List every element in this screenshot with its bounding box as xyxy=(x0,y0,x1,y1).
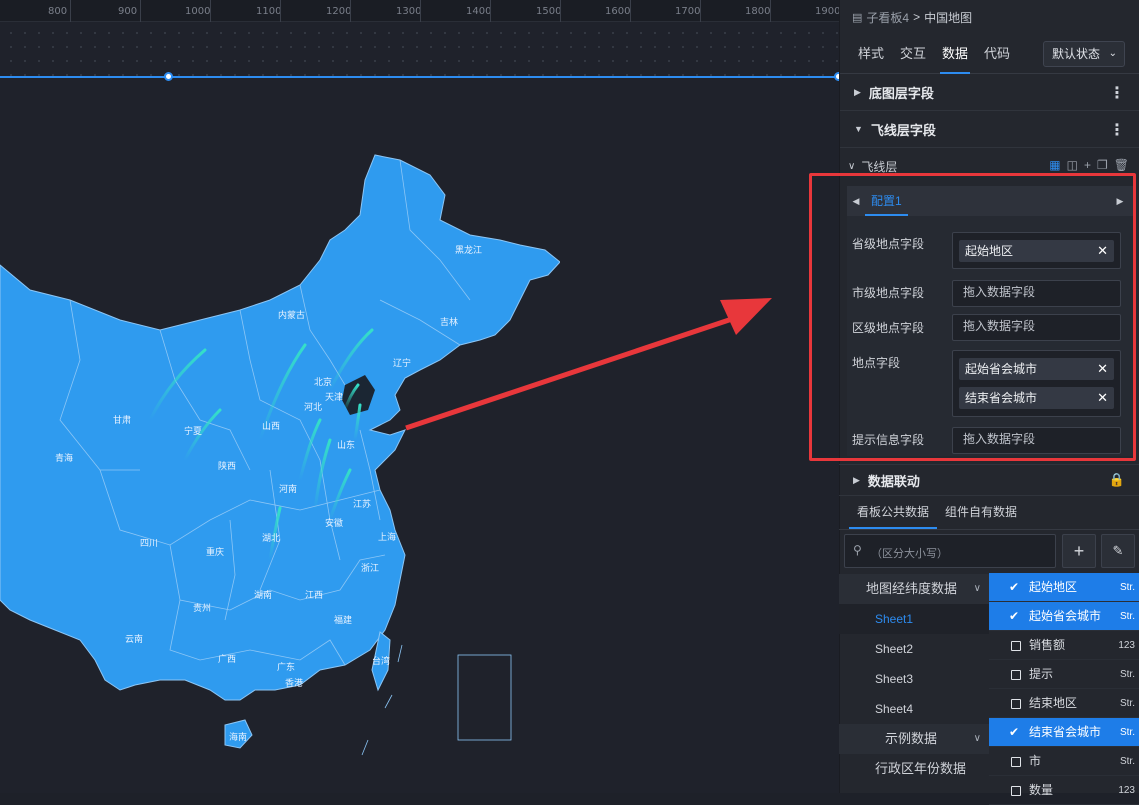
breadcrumb: ▤ 子看板4 > 中国地图 xyxy=(840,0,1139,34)
linkage-section-wrap: ▶ 数据联动 🔒 看板公共数据 组件自有数据 xyxy=(839,464,1139,530)
breadcrumb-parent[interactable]: 子看板4 xyxy=(866,9,909,26)
copy-icon[interactable]: ❐ xyxy=(1097,158,1108,172)
tab-interaction[interactable]: 交互 xyxy=(892,34,934,74)
tab-board-public-data[interactable]: 看板公共数据 xyxy=(849,495,938,529)
ruler-tick: 1300 xyxy=(396,6,422,17)
more-icon[interactable]: ⋮ xyxy=(1109,120,1125,140)
province-label: 北京 xyxy=(314,377,333,387)
section-base-fields[interactable]: ▶ 底图层字段 ⋮ xyxy=(840,74,1139,111)
province-label: 重庆 xyxy=(206,547,225,557)
caret-right-icon: ▶ xyxy=(854,86,861,97)
section-title: 底图层字段 xyxy=(868,85,934,101)
horizontal-ruler: 800 900 1000 1100 1200 1300 1400 1500 16… xyxy=(0,0,839,22)
board-icon: ▤ xyxy=(852,11,863,24)
province-label: 福建 xyxy=(334,615,353,625)
layer-actions: ▦ ◫ + ❐ 🗑 xyxy=(1049,158,1129,172)
selection-border xyxy=(0,76,839,78)
add-icon[interactable]: + xyxy=(1084,158,1091,172)
ruler-tick: 1400 xyxy=(466,6,492,17)
province-label: 安徽 xyxy=(325,518,344,528)
province-label: 河北 xyxy=(304,402,323,412)
highlight-box xyxy=(809,173,1136,461)
south-sea-inset xyxy=(457,654,512,741)
section-flyline-fields[interactable]: ▼ 飞线层字段 ⋮ xyxy=(840,111,1139,148)
province-label: 山西 xyxy=(262,421,281,431)
province-label: 宁夏 xyxy=(184,426,203,436)
map-canvas[interactable]: 800 900 1000 1100 1200 1300 1400 1500 16… xyxy=(0,0,839,793)
layout-icon[interactable]: ◫ xyxy=(1067,158,1078,172)
more-icon[interactable]: ⋮ xyxy=(1109,83,1125,103)
ruler-tick: 1800 xyxy=(745,6,771,17)
province-label: 浙江 xyxy=(361,563,380,573)
state-select-value: 默认状态 xyxy=(1052,47,1101,61)
panel-tabs: 样式 交互 数据 代码 默认状态 ⌄ xyxy=(840,34,1139,74)
province-label: 贵州 xyxy=(193,603,212,613)
section-title: 数据联动 xyxy=(867,473,920,489)
grid-background xyxy=(0,22,839,76)
delete-icon[interactable]: 🗑 xyxy=(1114,158,1129,172)
province-label: 青海 xyxy=(55,453,74,463)
section-title: 飞线层字段 xyxy=(870,122,936,138)
breadcrumb-current: 中国地图 xyxy=(924,10,973,25)
layer-name: 飞线层 xyxy=(861,159,898,174)
resize-handle-top[interactable] xyxy=(164,72,173,81)
province-label: 广东 xyxy=(277,662,296,672)
province-label: 陕西 xyxy=(218,461,237,471)
province-label: 上海 xyxy=(378,532,397,542)
search-input[interactable]: ⚲ （区分大小写） xyxy=(844,534,1056,568)
province-label: 香港 xyxy=(285,678,304,688)
ruler-tick: 1700 xyxy=(675,6,701,17)
ruler-tick: 1000 xyxy=(185,6,211,17)
red-arrow xyxy=(405,298,772,431)
province-label: 黑龙江 xyxy=(455,245,483,255)
grid-icon[interactable]: ▦ xyxy=(1049,158,1060,172)
ruler-tick: 900 xyxy=(118,6,138,17)
chevron-down-icon: ∨ xyxy=(848,160,856,172)
province-label: 湖北 xyxy=(262,533,281,543)
ruler-tick: 1900 xyxy=(815,6,839,17)
province-label: 内蒙古 xyxy=(278,310,306,320)
search-placeholder: （区分大小写） xyxy=(871,548,948,560)
province-label: 四川 xyxy=(140,538,159,548)
province-label: 台湾 xyxy=(372,656,391,666)
lock-icon[interactable]: 🔒 xyxy=(1109,472,1125,488)
ruler-tick: 1600 xyxy=(605,6,631,17)
tab-component-own-data[interactable]: 组件自有数据 xyxy=(937,495,1025,529)
state-select[interactable]: 默认状态 ⌄ xyxy=(1043,41,1125,67)
ruler-tick: 800 xyxy=(48,6,68,17)
province-label: 天津 xyxy=(325,392,344,402)
caret-down-icon: ▼ xyxy=(854,124,863,134)
ruler-tick: 1500 xyxy=(536,6,562,17)
province-label: 河南 xyxy=(279,484,298,494)
chevron-down-icon: ⌄ xyxy=(1108,48,1117,59)
province-label: 山东 xyxy=(337,440,356,450)
ruler-tick: 1100 xyxy=(256,6,282,17)
ruler-tick: 1200 xyxy=(326,6,352,17)
data-source-tabs: 看板公共数据 组件自有数据 xyxy=(839,496,1139,530)
province-label: 江西 xyxy=(305,590,324,600)
province-label: 湖南 xyxy=(254,590,273,600)
tab-code[interactable]: 代码 xyxy=(976,34,1018,74)
search-icon: ⚲ xyxy=(853,543,862,557)
section-linkage[interactable]: ▶ 数据联动 🔒 xyxy=(839,464,1139,496)
breadcrumb-separator: > xyxy=(913,10,921,24)
province-label: 甘肃 xyxy=(113,415,132,425)
tab-data[interactable]: 数据 xyxy=(934,34,976,74)
province-label: 江苏 xyxy=(353,499,372,509)
province-label: 海南 xyxy=(229,732,248,742)
caret-right-icon: ▶ xyxy=(853,474,860,485)
province-label: 广西 xyxy=(218,654,237,664)
tab-style[interactable]: 样式 xyxy=(850,34,892,74)
province-label: 云南 xyxy=(125,634,144,644)
